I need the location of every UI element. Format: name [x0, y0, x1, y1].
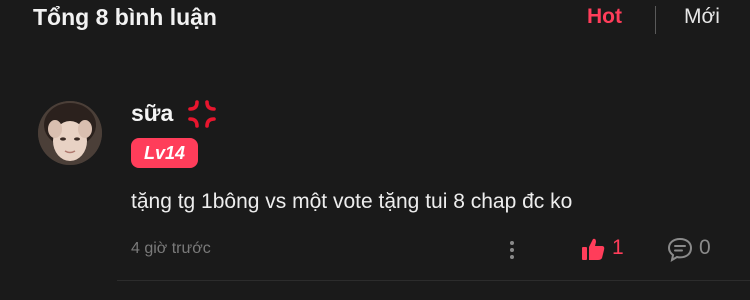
comment-bubble-icon[interactable]: [666, 236, 694, 262]
reply-count: 0: [699, 236, 711, 259]
avatar[interactable]: [38, 101, 102, 165]
divider: [117, 280, 750, 281]
comment-timestamp: 4 giờ trước: [131, 240, 211, 257]
tab-moi[interactable]: Mới: [684, 5, 720, 29]
tab-divider: [655, 6, 656, 34]
comments-count-title: Tổng 8 bình luận: [33, 4, 217, 30]
comments-header: Tổng 8 bình luận Hot Mới: [0, 0, 750, 40]
anger-emoji-icon: [188, 100, 216, 128]
like-count: 1: [612, 236, 624, 259]
tab-hot[interactable]: Hot: [587, 5, 622, 29]
comment-item: sữa Lv14 tặng tg 1bông vs một vote tặng …: [0, 90, 750, 300]
level-badge: Lv14: [131, 138, 198, 168]
thumbs-up-icon[interactable]: [580, 236, 606, 262]
more-options-icon[interactable]: [505, 238, 519, 262]
avatar-photo: [38, 101, 102, 165]
username[interactable]: sữa: [131, 100, 173, 127]
comment-text: tặng tg 1bông vs một vote tặng tui 8 cha…: [131, 190, 573, 213]
